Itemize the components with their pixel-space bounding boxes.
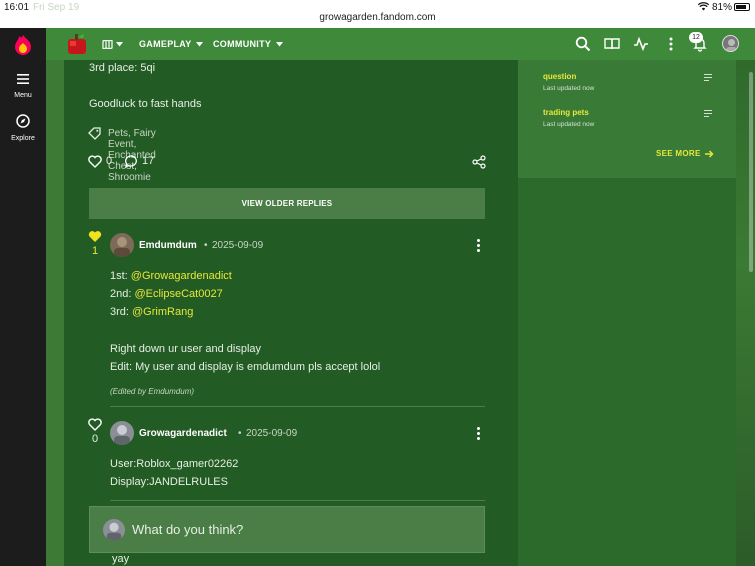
compass-icon <box>16 114 30 128</box>
avatar-image-icon <box>114 425 130 445</box>
user-avatar[interactable] <box>722 35 739 52</box>
reply-text-line: 2nd: @EclipseCat0027 <box>110 288 223 300</box>
battery-icon <box>734 3 750 11</box>
avatar-image-icon <box>106 522 122 541</box>
status-bar: 16:01 Fri Sep 19 growagarden.fandom.com … <box>0 0 755 28</box>
post-comment-count: 17 <box>142 155 155 167</box>
reply-username[interactable]: Emdumdum <box>139 240 197 251</box>
explore-button[interactable]: Explore <box>0 114 46 146</box>
right-rail: question Last updated now trading pets L… <box>518 60 736 566</box>
notification-badge: 12 <box>689 32 703 43</box>
reply-text-line: 1st: @Growagardenadict <box>110 270 232 282</box>
menu-label: Menu <box>14 92 32 99</box>
nav-community-label: COMMUNITY <box>213 39 272 49</box>
heart-icon[interactable] <box>88 418 102 431</box>
view-older-replies-button[interactable]: VIEW OLDER REPLIES <box>89 188 485 219</box>
user-mention-link[interactable]: @Growagardenadict <box>131 270 232 282</box>
avatar[interactable] <box>110 421 134 445</box>
menu-button[interactable]: Menu <box>0 72 46 104</box>
reply-like-count: 1 <box>92 245 99 257</box>
fandom-logo-icon[interactable] <box>13 34 33 56</box>
search-icon[interactable] <box>575 36 591 52</box>
discussion-updated: Last updated now <box>543 85 595 92</box>
reply-text-line: Edit: My user and display is emdumdum pl… <box>110 361 381 373</box>
activity-icon[interactable] <box>633 36 649 52</box>
heart-icon[interactable] <box>88 155 102 168</box>
reply-text-line: 3rd: @GrimRang <box>110 306 193 318</box>
recent-discussions-panel: question Last updated now trading pets L… <box>518 60 736 178</box>
wifi-icon <box>698 2 709 11</box>
post-text-line: Goodluck to fast hands <box>89 98 202 110</box>
reply-text-line: User:Roblox_gamer02262 <box>110 458 239 470</box>
more-vertical-icon[interactable] <box>663 36 679 52</box>
battery-percent: 81% <box>712 2 733 13</box>
reply-divider <box>110 500 485 501</box>
book-icon[interactable] <box>604 36 620 52</box>
nav-community[interactable]: COMMUNITY <box>213 28 283 60</box>
explore-label: Explore <box>11 135 35 142</box>
reply-text-line: yay <box>112 553 130 565</box>
page-background-left <box>46 60 64 566</box>
page-scrollbar[interactable] <box>749 72 753 272</box>
separator-dot: • <box>238 428 242 439</box>
see-more-label: SEE MORE <box>656 149 701 158</box>
reply-input[interactable]: What do you think? <box>89 506 485 553</box>
share-icon[interactable] <box>472 155 486 169</box>
chevron-down-icon <box>115 42 123 47</box>
discussion-link[interactable]: question <box>543 72 576 81</box>
reply-text-prefix: 1st: <box>110 270 131 282</box>
reply-like-count: 0 <box>92 433 99 445</box>
list-icon <box>704 110 712 117</box>
post-like-count: 0 <box>106 155 113 167</box>
post-actions: 0 17 <box>88 154 488 170</box>
avatar[interactable] <box>110 233 134 257</box>
comment-icon[interactable] <box>125 155 138 168</box>
wiki-apple-logo-icon[interactable] <box>66 32 88 56</box>
chevron-down-icon <box>275 42 283 47</box>
reply-text-prefix: 2nd: <box>110 288 135 300</box>
see-more-link[interactable]: SEE MORE <box>656 149 714 158</box>
reply-more-options-button[interactable] <box>475 238 481 254</box>
reply-date: 2025-09-09 <box>246 428 298 439</box>
avatar-image-icon <box>114 237 130 257</box>
tag-icon <box>88 127 101 140</box>
nav-gameplay[interactable]: GAMEPLAY <box>139 28 204 60</box>
post-text-line: 3rd place: 5qi <box>89 62 156 74</box>
user-mention-link[interactable]: @EclipseCat0027 <box>134 288 222 300</box>
avatar-image-icon <box>726 39 737 51</box>
list-icon <box>704 74 712 81</box>
discussion-updated: Last updated now <box>543 121 595 128</box>
reply-username[interactable]: Growagardenadict <box>139 428 227 439</box>
fandom-global-nav: Menu Explore <box>0 28 46 566</box>
user-mention-link[interactable]: @GrimRang <box>132 306 193 318</box>
avatar <box>103 519 125 541</box>
reply-text-line: Display:JANDELRULES <box>110 476 228 488</box>
reply-input-placeholder: What do you think? <box>132 522 244 537</box>
discussion-link[interactable]: trading pets <box>543 108 589 117</box>
nav-map-menu[interactable] <box>102 28 123 60</box>
discussion-thread: 3rd place: 5qi Goodluck to fast hands Pe… <box>64 60 518 566</box>
nav-gameplay-label: GAMEPLAY <box>139 39 192 49</box>
wiki-top-bar: GAMEPLAY COMMUNITY 12 <box>46 28 755 60</box>
reply-date: 2025-09-09 <box>212 240 264 251</box>
reply-text-line: Right down ur user and display <box>110 343 262 355</box>
chevron-down-icon <box>196 42 204 47</box>
reply-text-prefix: 3rd: <box>110 306 133 318</box>
page: 16:01 Fri Sep 19 growagarden.fandom.com … <box>0 0 755 566</box>
arrow-right-icon <box>705 150 714 158</box>
address-bar-url[interactable]: growagarden.fandom.com <box>0 12 755 23</box>
separator-dot: • <box>204 240 208 251</box>
hamburger-icon <box>17 74 29 84</box>
heart-filled-icon[interactable] <box>88 230 102 243</box>
reply-more-options-button[interactable] <box>475 426 481 442</box>
map-icon <box>102 39 113 50</box>
edited-note: (Edited by Emdumdum) <box>110 387 195 396</box>
reply-divider <box>110 406 485 407</box>
